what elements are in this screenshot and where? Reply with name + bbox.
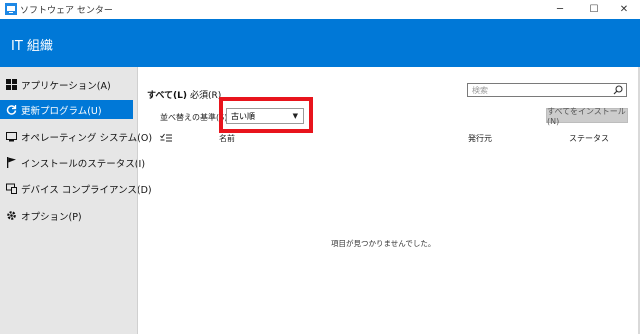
- sidebar: アプリケーション(A) 更新プログラム(U) オペレーティング システム(O) …: [0, 67, 152, 334]
- sidebar-item-label: オペレーティング システム(O): [21, 132, 153, 144]
- flag-icon: [6, 157, 17, 168]
- sidebar-item-updates[interactable]: 更新プログラム(U): [0, 100, 133, 119]
- sidebar-item-label: デバイス コンプライアンス(D): [21, 184, 152, 196]
- sidebar-divider: [137, 67, 138, 334]
- sidebar-item-applications[interactable]: アプリケーション(A): [0, 75, 133, 94]
- org-header: IT 組織: [0, 19, 640, 67]
- highlight-annotation: [219, 97, 313, 133]
- column-name[interactable]: 名前: [219, 133, 235, 144]
- search-input[interactable]: 検索: [467, 83, 627, 97]
- device-icon: [6, 183, 17, 194]
- org-title: IT 組織: [11, 39, 53, 54]
- sidebar-item-label: オプション(P): [21, 211, 82, 223]
- empty-message: 項目が見つかりませんでした。: [331, 239, 436, 248]
- sidebar-item-device-compliance[interactable]: デバイス コンプライアンス(D): [0, 179, 152, 198]
- select-all-icon[interactable]: [160, 133, 172, 145]
- sidebar-item-label: インストールのステータス(I): [21, 158, 146, 170]
- search-icon[interactable]: [613, 85, 623, 95]
- title-bar: ソフトウェア センター ─ ☐ ✕: [0, 0, 640, 19]
- sidebar-item-operating-systems[interactable]: オペレーティング システム(O): [0, 127, 152, 146]
- apps-icon: [6, 79, 17, 90]
- os-icon: [6, 131, 17, 142]
- search-placeholder: 検索: [472, 85, 488, 95]
- minimize-button[interactable]: ─: [544, 0, 576, 19]
- maximize-button[interactable]: ☐: [578, 0, 610, 19]
- column-status[interactable]: ステータス: [569, 133, 609, 144]
- software-center-icon: [5, 3, 17, 15]
- sidebar-item-install-status[interactable]: インストールのステータス(I): [0, 153, 145, 172]
- gear-icon: [6, 210, 17, 221]
- install-all-button[interactable]: すべてをインストール(N): [546, 107, 628, 126]
- sidebar-item-label: アプリケーション(A): [21, 80, 111, 92]
- tab-required[interactable]: 必須(R): [190, 88, 221, 101]
- column-publisher[interactable]: 発行元: [468, 133, 492, 144]
- sidebar-item-label: 更新プログラム(U): [21, 105, 102, 117]
- sidebar-item-options[interactable]: オプション(P): [0, 206, 133, 225]
- close-button[interactable]: ✕: [608, 0, 640, 19]
- tab-all[interactable]: すべて(L): [147, 88, 187, 101]
- refresh-icon: [6, 104, 17, 115]
- window-title: ソフトウェア センター: [20, 6, 113, 16]
